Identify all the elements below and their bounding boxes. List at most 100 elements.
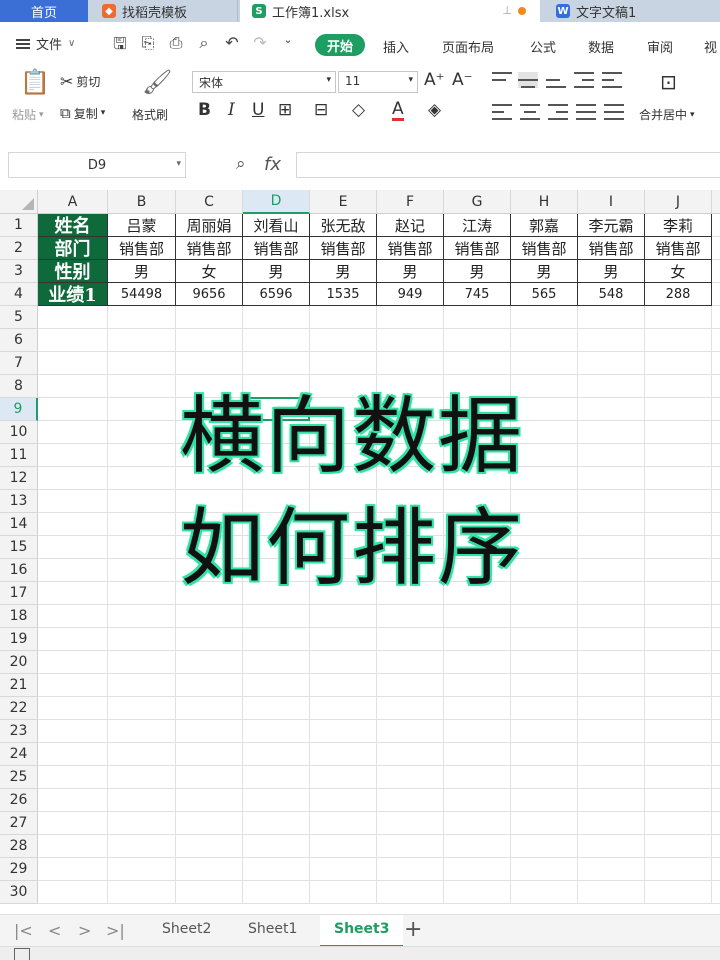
save-icon[interactable]: 🖫 xyxy=(110,33,130,60)
row-header-11[interactable]: 11 xyxy=(0,444,38,467)
empty-cell[interactable] xyxy=(108,398,176,421)
name-box[interactable]: D9 ▾ xyxy=(8,152,186,178)
empty-cell[interactable] xyxy=(243,789,310,812)
empty-cell[interactable] xyxy=(645,490,712,513)
file-menu[interactable]: 文件 ∨ xyxy=(16,34,75,53)
empty-cell[interactable] xyxy=(310,858,377,881)
empty-cell[interactable] xyxy=(712,214,720,237)
empty-cell[interactable] xyxy=(712,651,720,674)
tab-template[interactable]: ◆ 找稻壳模板 xyxy=(88,0,238,22)
empty-cell[interactable] xyxy=(712,490,720,513)
align-left-icon[interactable] xyxy=(492,104,512,120)
empty-cell[interactable] xyxy=(578,881,645,904)
clear-format-icon[interactable]: ◈ xyxy=(428,100,441,120)
column-header-j[interactable]: J xyxy=(645,190,712,214)
row-header-9[interactable]: 9 xyxy=(0,398,38,421)
empty-cell[interactable] xyxy=(176,881,243,904)
empty-cell[interactable] xyxy=(712,421,720,444)
row-header-13[interactable]: 13 xyxy=(0,490,38,513)
empty-cell[interactable] xyxy=(712,536,720,559)
empty-cell[interactable] xyxy=(511,720,578,743)
print-preview-icon[interactable]: ⌕ xyxy=(194,33,214,60)
empty-cell[interactable] xyxy=(578,352,645,375)
sheet-view-icon[interactable] xyxy=(14,948,30,960)
decrease-font-icon[interactable]: A⁻ xyxy=(452,70,473,90)
justify-icon[interactable] xyxy=(576,104,596,120)
empty-cell[interactable] xyxy=(377,674,444,697)
empty-cell[interactable] xyxy=(578,651,645,674)
border-icon[interactable]: ⊞ xyxy=(278,100,292,120)
empty-cell[interactable] xyxy=(38,398,108,421)
format-painter-icon[interactable]: 🖌 xyxy=(142,68,172,96)
data-cell[interactable]: 销售部 xyxy=(108,237,176,260)
empty-cell[interactable] xyxy=(444,306,511,329)
empty-cell[interactable] xyxy=(645,674,712,697)
empty-cell[interactable] xyxy=(243,605,310,628)
row-header-10[interactable]: 10 xyxy=(0,421,38,444)
row-header-1[interactable]: 1 xyxy=(0,214,38,237)
data-cell[interactable]: 女 xyxy=(176,260,243,283)
empty-cell[interactable] xyxy=(38,444,108,467)
data-cell[interactable]: 吕蒙 xyxy=(108,214,176,237)
column-header-partial[interactable] xyxy=(712,190,720,214)
export-icon[interactable]: ⎘ xyxy=(138,33,158,60)
column-header-i[interactable]: I xyxy=(578,190,645,214)
empty-cell[interactable] xyxy=(712,513,720,536)
print-icon[interactable]: ⎙ xyxy=(166,33,186,60)
empty-cell[interactable] xyxy=(645,858,712,881)
empty-cell[interactable] xyxy=(310,605,377,628)
empty-cell[interactable] xyxy=(38,536,108,559)
empty-cell[interactable] xyxy=(444,743,511,766)
empty-cell[interactable] xyxy=(377,858,444,881)
select-all-corner[interactable] xyxy=(0,190,38,214)
row-header-12[interactable]: 12 xyxy=(0,467,38,490)
data-cell[interactable]: 6596 xyxy=(243,283,310,306)
align-right-icon[interactable] xyxy=(548,104,568,120)
row-label-cell[interactable]: 姓名 xyxy=(38,214,108,237)
empty-cell[interactable] xyxy=(511,835,578,858)
empty-cell[interactable] xyxy=(38,858,108,881)
empty-cell[interactable] xyxy=(578,858,645,881)
data-cell[interactable]: 销售部 xyxy=(444,237,511,260)
empty-cell[interactable] xyxy=(712,605,720,628)
ribbon-tab-insert[interactable]: 插入 xyxy=(383,37,409,56)
ribbon-tab-review[interactable]: 审阅 xyxy=(647,37,673,56)
data-cell[interactable]: 销售部 xyxy=(243,237,310,260)
column-header-a[interactable]: A xyxy=(38,190,108,214)
empty-cell[interactable] xyxy=(645,651,712,674)
empty-cell[interactable] xyxy=(243,306,310,329)
empty-cell[interactable] xyxy=(712,283,720,306)
empty-cell[interactable] xyxy=(444,651,511,674)
empty-cell[interactable] xyxy=(377,835,444,858)
font-family-select[interactable]: 宋体 ▾ xyxy=(192,71,336,93)
empty-cell[interactable] xyxy=(511,306,578,329)
ribbon-tab-formula[interactable]: 公式 xyxy=(530,37,556,56)
empty-cell[interactable] xyxy=(645,467,712,490)
empty-cell[interactable] xyxy=(511,329,578,352)
empty-cell[interactable] xyxy=(377,306,444,329)
data-cell[interactable]: 男 xyxy=(310,260,377,283)
empty-cell[interactable] xyxy=(176,605,243,628)
row-label-cell[interactable]: 性别 xyxy=(38,260,108,283)
empty-cell[interactable] xyxy=(444,789,511,812)
empty-cell[interactable] xyxy=(645,582,712,605)
copy-button[interactable]: ⧉ 复制 ▾ xyxy=(60,104,105,122)
empty-cell[interactable] xyxy=(176,743,243,766)
empty-cell[interactable] xyxy=(310,881,377,904)
empty-cell[interactable] xyxy=(310,628,377,651)
data-cell[interactable]: 男 xyxy=(377,260,444,283)
fill-color-icon[interactable]: ◇ xyxy=(352,100,365,120)
first-sheet-icon[interactable]: |< xyxy=(14,921,33,940)
row-header-27[interactable]: 27 xyxy=(0,812,38,835)
row-header-17[interactable]: 17 xyxy=(0,582,38,605)
row-header-15[interactable]: 15 xyxy=(0,536,38,559)
data-cell[interactable]: 销售部 xyxy=(645,237,712,260)
empty-cell[interactable] xyxy=(108,444,176,467)
pin-icon[interactable]: ⊥ xyxy=(502,4,512,17)
empty-cell[interactable] xyxy=(645,697,712,720)
empty-cell[interactable] xyxy=(38,881,108,904)
next-sheet-icon[interactable]: > xyxy=(78,921,91,940)
empty-cell[interactable] xyxy=(578,513,645,536)
empty-cell[interactable] xyxy=(645,444,712,467)
align-center-icon[interactable] xyxy=(520,104,540,120)
